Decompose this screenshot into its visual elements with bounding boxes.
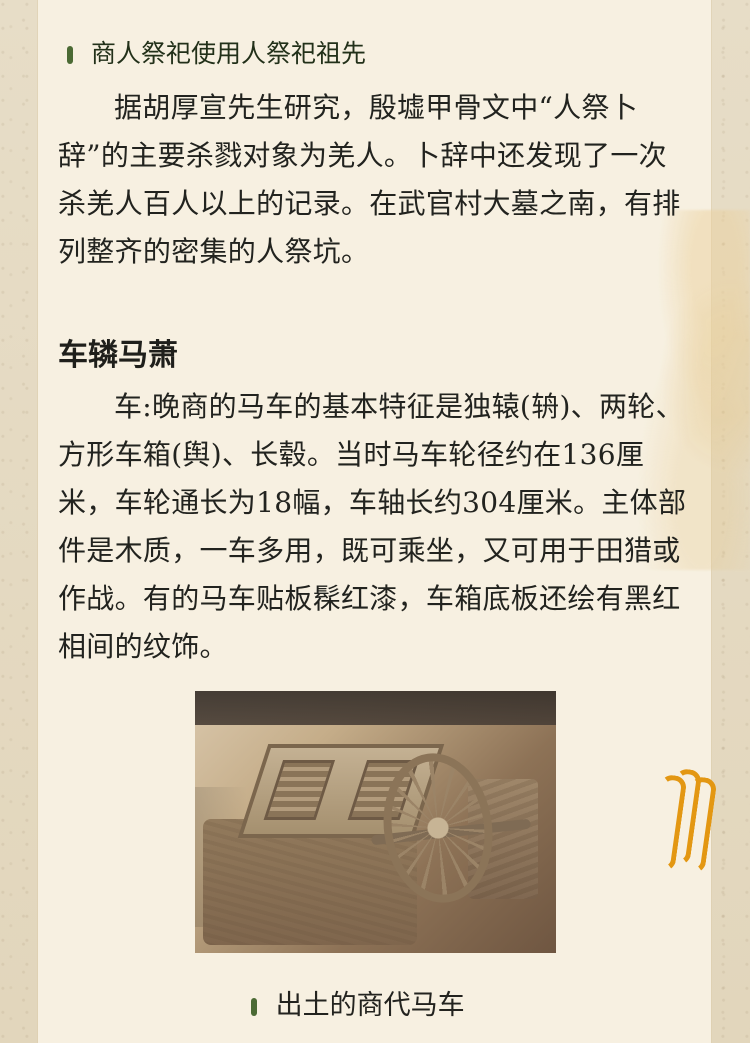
section-subheading: 商人祭祀使用人祭祀祖先 [67, 34, 366, 70]
image-caption-text: 出土的商代马车 [275, 990, 465, 1021]
paragraph-human-sacrifice: 据胡厚宣先生研究，殷墟甲骨文中“人祭卜辞”的主要杀戮对象为羌人。卜辞中还发现了一… [58, 91, 681, 268]
paragraph-chariot-description: 车:晚商的马车的基本特征是独辕(辀)、两轮、方形车箱(舆)、长毂。当时马车轮径约… [58, 390, 687, 663]
section-subheading-text: 商人祭祀使用人祭祀祖先 [90, 39, 366, 68]
shang-chariot-photo [195, 691, 556, 953]
section-heading: 车辚马萧 [58, 338, 178, 373]
green-marker-icon [67, 46, 73, 64]
green-marker-icon [251, 997, 257, 1016]
photo-background-band [195, 691, 556, 725]
orange-wave-ornament-icon [648, 767, 718, 875]
image-caption: 出土的商代马车 [251, 983, 465, 1022]
